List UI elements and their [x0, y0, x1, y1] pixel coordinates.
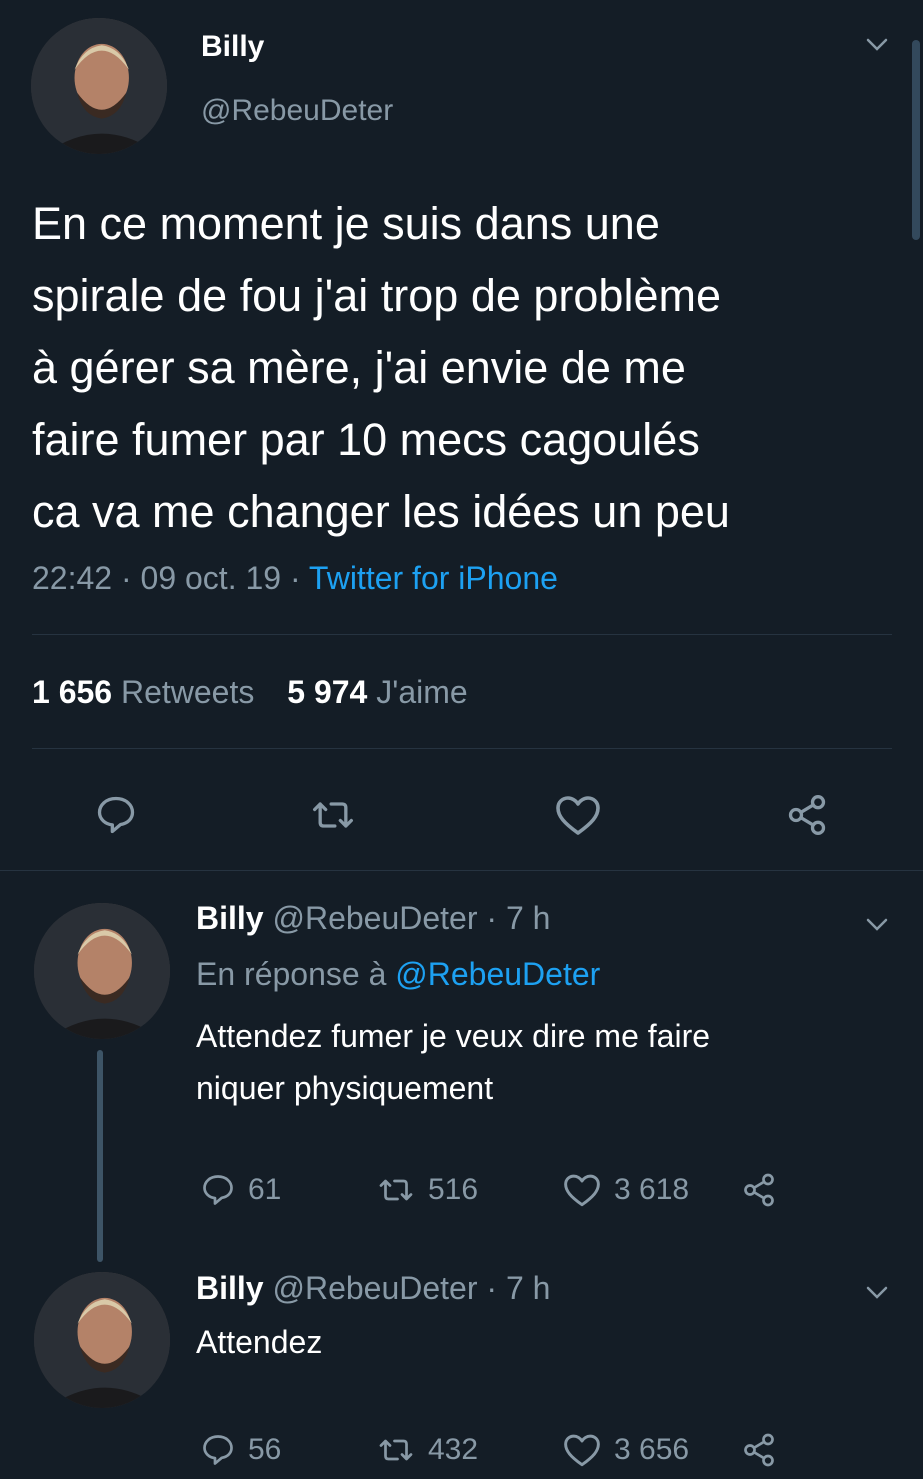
- thread-line: [97, 1050, 103, 1262]
- author-handle[interactable]: @RebeuDeter: [201, 94, 393, 128]
- retweets-label: Retweets: [120, 674, 255, 710]
- reply-header: Billy @RebeuDeter · 7 h: [196, 1270, 550, 1307]
- retweet-count: 516: [428, 1173, 479, 1206]
- retweet-count: 432: [428, 1433, 479, 1466]
- divider: [32, 748, 892, 749]
- tweet-source-link[interactable]: Twitter for iPhone: [309, 560, 558, 596]
- tweet-timestamp[interactable]: 22:42 · 09 oct. 19 ·: [32, 560, 301, 596]
- tweet-text: En ce moment je suis dans une spirale de…: [32, 188, 730, 548]
- like-button[interactable]: [554, 793, 602, 837]
- like-icon: [556, 796, 600, 835]
- reply-icon: [203, 1435, 233, 1465]
- scrollbar-thumb[interactable]: [912, 40, 920, 240]
- like-icon: [564, 1174, 600, 1207]
- like-button[interactable]: 3 656: [562, 1432, 689, 1468]
- author-handle-time[interactable]: @RebeuDeter · 7 h: [272, 900, 550, 936]
- share-button[interactable]: [740, 1432, 778, 1468]
- retweet-icon: [313, 802, 353, 828]
- likes-label: J'aime: [376, 674, 468, 710]
- retweets-stat[interactable]: 1 656 Retweets: [32, 674, 263, 710]
- chevron-down-icon[interactable]: [866, 918, 888, 932]
- replying-to: En réponse à @RebeuDeter: [196, 956, 600, 993]
- tweet-text-line: En ce moment je suis dans une: [32, 198, 660, 249]
- retweet-icon: [379, 1179, 413, 1201]
- reply-count: 61: [248, 1173, 282, 1206]
- share-icon: [744, 1433, 774, 1467]
- avatar[interactable]: [31, 18, 167, 154]
- divider: [0, 870, 923, 871]
- likes-stat[interactable]: 5 974 J'aime: [287, 674, 467, 710]
- tweet-text-line: niquer physiquement: [196, 1070, 494, 1106]
- reply-icon: [203, 1175, 233, 1205]
- tweet-text-line: faire fumer par 10 mecs cagoulés: [32, 414, 700, 465]
- likes-count: 5 974: [287, 674, 368, 710]
- share-icon: [744, 1173, 774, 1207]
- tweet-stats: 1 656 Retweets 5 974 J'aime: [32, 674, 468, 711]
- author-name[interactable]: Billy: [196, 900, 264, 936]
- share-button[interactable]: [740, 1172, 778, 1208]
- tweet-text-line: Attendez: [196, 1324, 323, 1360]
- reply-button[interactable]: 56: [200, 1432, 281, 1468]
- tweet-text-line: à gérer sa mère, j'ai envie de me: [32, 342, 686, 393]
- author-name[interactable]: Billy: [196, 1270, 264, 1306]
- like-count: 3 656: [614, 1433, 690, 1466]
- author-handle-time[interactable]: @RebeuDeter · 7 h: [272, 1270, 550, 1306]
- retweets-count: 1 656: [32, 674, 113, 710]
- reply-button[interactable]: [94, 793, 138, 837]
- reply-button[interactable]: 61: [200, 1172, 281, 1208]
- author-name[interactable]: Billy: [201, 30, 264, 64]
- avatar[interactable]: [34, 1272, 170, 1408]
- chevron-down-icon[interactable]: [866, 38, 888, 52]
- share-button[interactable]: [784, 793, 830, 837]
- chevron-down-icon[interactable]: [866, 1286, 888, 1300]
- reply-icon: [97, 796, 135, 834]
- tweet-meta: 22:42 · 09 oct. 19 · Twitter for iPhone: [32, 560, 558, 597]
- retweet-icon: [379, 1439, 413, 1461]
- tweet-text: Attendez fumer je veux dire me faire niq…: [196, 1010, 710, 1114]
- reply-count: 56: [248, 1433, 282, 1466]
- share-icon: [788, 795, 826, 835]
- retweet-button[interactable]: [309, 793, 357, 837]
- avatar[interactable]: [34, 903, 170, 1039]
- tweet-text-line: ca va me changer les idées un peu: [32, 486, 730, 537]
- tweet-text: Attendez: [196, 1320, 322, 1364]
- tweet-text-line: Attendez fumer je veux dire me faire: [196, 1018, 711, 1054]
- replying-to-handle[interactable]: @RebeuDeter: [395, 956, 600, 992]
- like-button[interactable]: 3 618: [562, 1172, 689, 1208]
- like-icon: [564, 1434, 600, 1467]
- like-count: 3 618: [614, 1173, 690, 1206]
- tweet-text-line: spirale de fou j'ai trop de problème: [32, 270, 721, 321]
- reply-header: Billy @RebeuDeter · 7 h: [196, 900, 550, 937]
- retweet-button[interactable]: 432: [376, 1432, 478, 1468]
- retweet-button[interactable]: 516: [376, 1172, 478, 1208]
- replying-to-label: En réponse à: [196, 956, 387, 992]
- divider: [32, 634, 892, 635]
